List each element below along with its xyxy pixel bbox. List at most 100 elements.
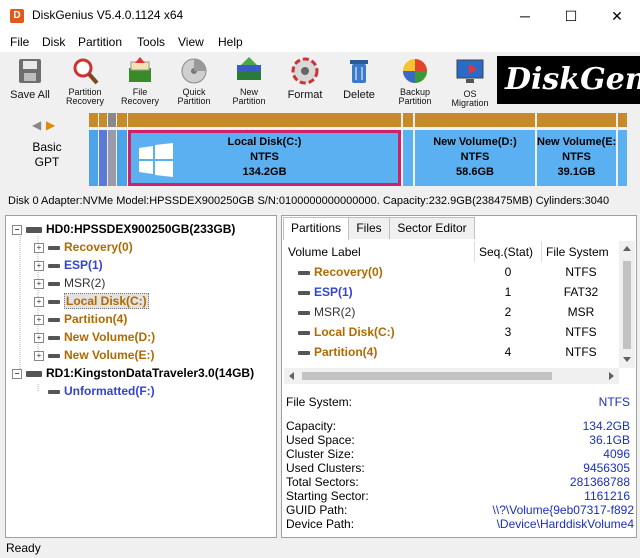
quick-partition-label-2: Partition (177, 96, 211, 106)
tree-item-local-disk-c[interactable]: + Local Disk(C:) (34, 292, 149, 310)
disk-tree[interactable]: − HD0:HPSSDEX900250GB(233GB) + Recovery(0)… (5, 215, 277, 538)
partition-block-e[interactable]: New Volume(E:) NTFS 39.1GB (537, 113, 616, 186)
partitions-table: Volume Label Seq.(Stat) File System Reco… (284, 241, 621, 362)
partition-block-esp[interactable] (99, 113, 107, 186)
partition-pane: Partitions Files Sector Editor Volume La… (281, 215, 637, 538)
nav-right-icon[interactable]: ▶ (46, 118, 55, 132)
expand-icon[interactable]: + (34, 242, 44, 253)
tab-partitions[interactable]: Partitions (283, 217, 349, 240)
minimize-button[interactable]: ─ (502, 0, 548, 32)
partition-icon (298, 290, 310, 295)
tree-disk-hd0[interactable]: − HD0:HPSSDEX900250GB(233GB) (12, 220, 235, 238)
tree-item-recovery[interactable]: + Recovery(0) (34, 238, 133, 256)
partition-block-msr[interactable] (108, 113, 116, 186)
os-migration-button[interactable]: OS Migration (444, 56, 496, 108)
cell-volume-label: ESP(1) (284, 282, 475, 302)
tree-item-msr[interactable]: + MSR(2) (34, 274, 105, 292)
partition-e-name: New Volume(E:) (537, 136, 616, 148)
partition-block-unallocated[interactable] (618, 113, 627, 186)
disk-type-gpt: GPT (34, 155, 60, 169)
cell-seq: 2 (504, 305, 512, 319)
partition-block-gap[interactable] (403, 113, 413, 186)
row-label: Local Disk(C:) (314, 325, 395, 339)
column-file-system[interactable]: File System (541, 241, 621, 262)
table-vertical-scrollbar[interactable] (619, 241, 635, 368)
brand-logo: DiskGenius (497, 56, 640, 104)
close-button[interactable]: ✕ (594, 0, 640, 32)
tab-files[interactable]: Files (348, 217, 390, 239)
partition-recovery-label-2: Recovery (65, 96, 104, 106)
quick-partition-button[interactable]: Quick Partition (172, 56, 216, 106)
partition-block-recovery[interactable] (89, 113, 98, 186)
tree-item-unformatted-f[interactable]: Unformatted(F:) (48, 382, 155, 400)
table-row[interactable]: Local Disk(C:) 3 NTFS (284, 322, 621, 342)
nav-left-icon[interactable]: ◀ (32, 118, 41, 132)
detail-label: Total Sectors: (286, 475, 359, 489)
delete-button[interactable]: Delete (336, 56, 382, 101)
partition-recovery-button[interactable]: Partition Recovery (62, 56, 108, 106)
table-row[interactable]: Partition(4) 4 NTFS (284, 342, 621, 362)
table-row[interactable]: ESP(1) 1 FAT32 (284, 282, 621, 302)
collapse-icon[interactable]: − (12, 224, 22, 235)
menu-file[interactable]: File (10, 35, 29, 49)
tree-item-esp[interactable]: + ESP(1) (34, 256, 103, 274)
scroll-arrows-icon (623, 246, 631, 362)
detail-label: Capacity: (286, 419, 337, 433)
menu-partition[interactable]: Partition (78, 35, 122, 49)
partition-d-size: 58.6GB (456, 166, 494, 178)
partition-icon (298, 310, 310, 315)
quick-partition-icon (179, 56, 209, 86)
menu-view[interactable]: View (178, 35, 204, 49)
column-seq-stat[interactable]: Seq.(Stat) (474, 241, 542, 262)
column-volume-label[interactable]: Volume Label (284, 241, 475, 262)
partition-icon (48, 353, 60, 358)
expand-icon[interactable]: + (34, 350, 44, 361)
table-horizontal-scrollbar[interactable] (284, 368, 619, 384)
expand-icon[interactable]: + (34, 260, 44, 271)
backup-icon (400, 56, 430, 86)
new-partition-button[interactable]: New Partition (226, 56, 272, 106)
partition-icon (48, 281, 60, 286)
tree-item-local-disk-c-label: Local Disk(C:) (64, 293, 149, 309)
expand-icon[interactable]: + (34, 332, 44, 343)
new-partition-label-2: Partition (232, 96, 266, 106)
tree-item-new-volume-d[interactable]: + New Volume(D:) (34, 328, 155, 346)
trash-icon (344, 56, 374, 86)
partition-d-name: New Volume(D:) (433, 136, 517, 148)
table-row[interactable]: MSR(2) 2 MSR (284, 302, 621, 322)
expand-icon[interactable]: + (34, 296, 44, 307)
cell-fs: NTFS (565, 325, 597, 339)
expand-icon[interactable]: + (34, 314, 44, 325)
menu-help[interactable]: Help (218, 35, 243, 49)
detail-value: \Device\HarddiskVolume4 (496, 517, 634, 531)
cell-fs: MSR (567, 305, 595, 319)
expand-icon[interactable]: + (34, 278, 44, 289)
file-recovery-icon (125, 56, 155, 86)
collapse-icon[interactable]: − (12, 368, 22, 379)
partition-icon (48, 389, 60, 394)
backup-partition-button[interactable]: Backup Partition (390, 56, 440, 106)
disk-type-basic: Basic (32, 140, 62, 154)
tree-item-partition-4[interactable]: + Partition(4) (34, 310, 127, 328)
file-recovery-button[interactable]: File Recovery (118, 56, 162, 106)
partition-block-d[interactable]: New Volume(D:) NTFS 58.6GB (415, 113, 535, 186)
save-all-label: Save All (10, 89, 50, 101)
format-button[interactable]: Format (282, 56, 328, 101)
detail-value: 1161216 (584, 489, 630, 503)
tree-disk-rd1[interactable]: − RD1:KingstonDataTraveler3.0(14GB) (12, 364, 254, 382)
row-label: Recovery(0) (314, 265, 383, 279)
menu-disk[interactable]: Disk (42, 35, 65, 49)
cell-volume-label: Local Disk(C:) (284, 322, 475, 342)
partition-block-c[interactable]: Local Disk(C:) NTFS 134.2GB (128, 113, 401, 186)
maximize-button[interactable]: ☐ (548, 0, 594, 32)
table-row[interactable]: Recovery(0) 0 NTFS (284, 262, 621, 282)
tree-item-msr-label: MSR(2) (64, 276, 106, 290)
tree-item-new-volume-e[interactable]: + New Volume(E:) (34, 346, 154, 364)
save-all-button[interactable]: Save All (6, 56, 54, 101)
menu-tools[interactable]: Tools (137, 35, 165, 49)
partition-e-fs: NTFS (562, 151, 591, 163)
detail-file-system-value: NTFS (598, 395, 630, 409)
partition-block-4[interactable] (117, 113, 127, 186)
tab-sector-editor[interactable]: Sector Editor (389, 217, 475, 239)
detail-label: Device Path: (286, 517, 355, 531)
